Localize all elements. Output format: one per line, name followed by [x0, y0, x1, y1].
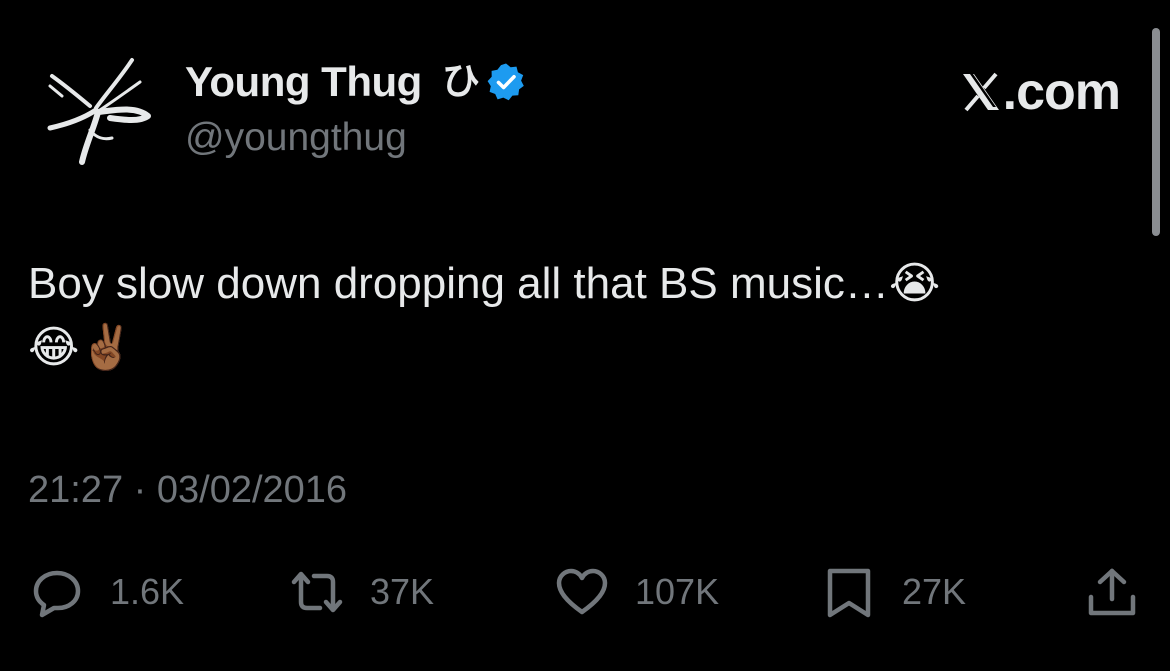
scrollbar[interactable] [1152, 28, 1160, 236]
reply-count: 1.6K [110, 571, 185, 612]
bookmark-count: 27K [902, 571, 967, 612]
repost-icon [291, 571, 343, 613]
repost-count: 37K [370, 571, 435, 612]
reply-icon [33, 570, 81, 618]
like-icon [556, 568, 608, 615]
like-count: 107K [635, 571, 720, 612]
brand-domain: .com [1002, 63, 1121, 121]
tweet-action-bar: 1.6K 37K 107K 27K [0, 560, 1170, 624]
share-icon [1088, 568, 1136, 616]
avatar[interactable] [40, 52, 158, 170]
author-display-name[interactable]: Young Thug [185, 56, 422, 108]
author-name-row: Young Thug ひ [185, 56, 526, 108]
tweet-author: Young Thug ひ @youngthug [185, 56, 526, 162]
author-name-mark: ひ [441, 61, 480, 103]
tweet-text: Boy slow down dropping all that BS music… [28, 259, 941, 372]
bookmark-icon [827, 568, 871, 618]
share-button[interactable] [1085, 560, 1139, 624]
repost-button[interactable]: 37K [290, 560, 434, 624]
x-com-brand: .com [960, 60, 1121, 124]
reply-button[interactable]: 1.6K [30, 560, 184, 624]
x-logo-icon [962, 72, 999, 112]
author-handle[interactable]: @youngthug [185, 114, 526, 162]
tweet-timestamp[interactable]: 21:27 · 03/02/2016 [28, 466, 347, 514]
bookmark-button[interactable]: 27K [822, 560, 966, 624]
verified-badge-icon[interactable] [486, 62, 526, 102]
like-button[interactable]: 107K [555, 560, 719, 624]
